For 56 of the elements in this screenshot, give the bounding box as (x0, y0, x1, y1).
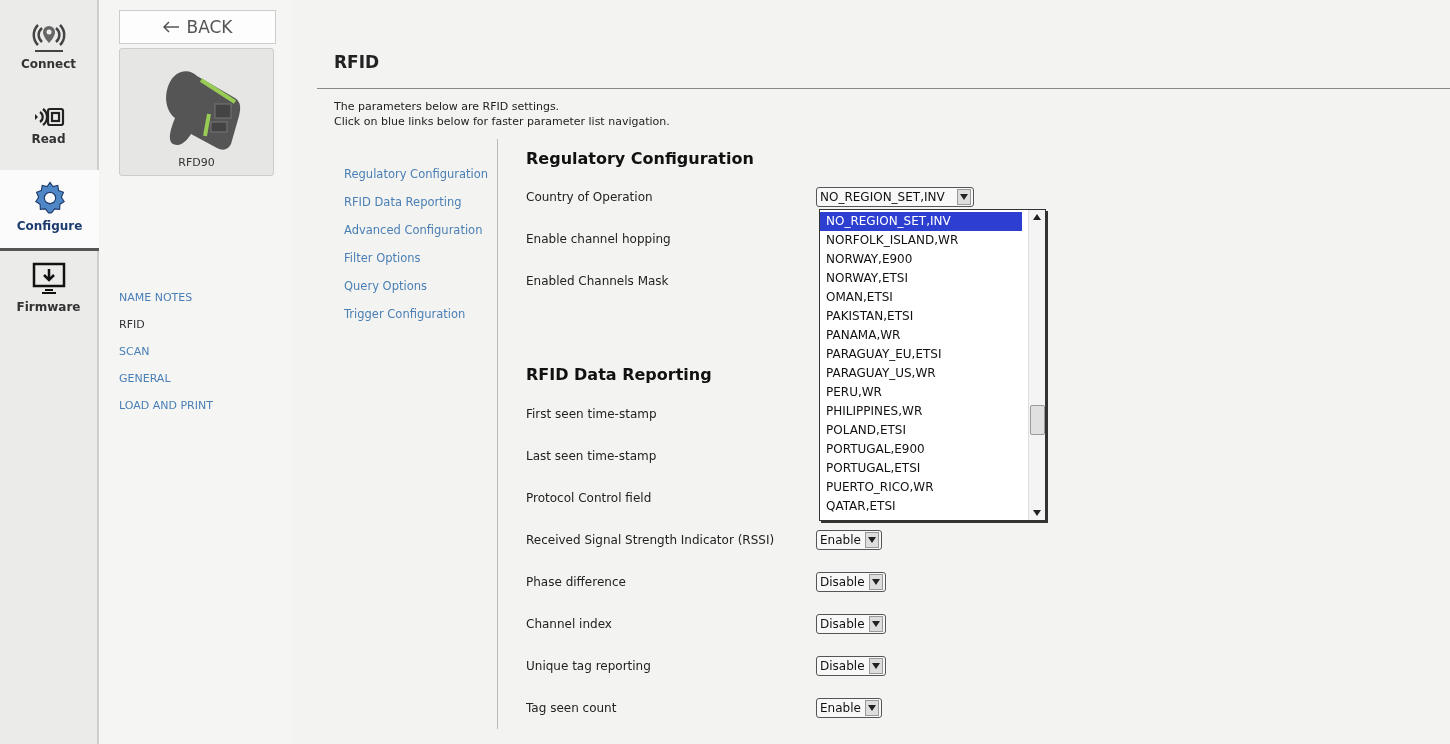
setting-label: Enabled Channels Mask (526, 274, 670, 289)
back-button[interactable]: BACK (119, 10, 276, 44)
dropdown-option[interactable]: PARAGUAY_US,WR (820, 364, 1022, 384)
section-link[interactable]: Regulatory Configuration (344, 167, 497, 181)
submenu-link[interactable]: NAME NOTES (119, 291, 213, 304)
setting-label: Protocol Control field (526, 490, 653, 505)
submenu-link[interactable]: LOAD AND PRINT (119, 399, 213, 412)
setting-select[interactable]: NO_REGION_SET,INV (816, 187, 974, 208)
dropdown-option[interactable]: PANAMA,WR (820, 326, 1022, 346)
section-link[interactable]: Trigger Configuration (344, 307, 497, 321)
dropdown-option[interactable]: PHILIPPINES,WR (820, 402, 1022, 422)
dropdown-option[interactable]: PORTUGAL,E900 (820, 440, 1022, 460)
page-title: RFID (334, 52, 381, 72)
section-heading: RFID Data Reporting (526, 365, 712, 387)
setting-label: Unique tag reporting (526, 658, 652, 673)
setting-select[interactable]: Disable (816, 613, 886, 634)
nav-rail-item[interactable]: Configure (0, 170, 99, 251)
setting-label: First seen time-stamp (526, 406, 658, 421)
device-card[interactable]: RFD90 (119, 48, 274, 176)
nav-rail-item[interactable]: Connect (0, 8, 97, 89)
setting-select[interactable]: Disable (816, 655, 886, 676)
dropdown-option[interactable]: QATAR,ETSI (820, 497, 1022, 517)
dropdown-option[interactable]: OMAN,ETSI (820, 288, 1022, 308)
description-text: The parameters below are RFID settings. (334, 99, 561, 114)
dropdown-option[interactable]: POLAND,ETSI (820, 421, 1022, 441)
dropdown-option[interactable]: PAKISTAN,ETSI (820, 307, 1022, 327)
section-link[interactable]: Filter Options (344, 251, 497, 265)
nav-rail-item[interactable]: Firmware (0, 251, 97, 332)
dropdown-option[interactable]: NORWAY,E900 (820, 250, 1022, 270)
dropdown-option[interactable]: NO_REGION_SET,INV (820, 212, 1022, 232)
dropdown-option[interactable]: PERU,WR (820, 383, 1022, 403)
nav-rail-item[interactable]: Read (0, 89, 97, 170)
setting-select[interactable]: Enable (816, 697, 882, 718)
setting-label: Country of Operation (526, 190, 654, 205)
submenu-link[interactable]: SCAN (119, 345, 213, 358)
dropdown-option[interactable]: PARAGUAY_EU,ETSI (820, 345, 1022, 365)
setting-select[interactable]: Enable (816, 529, 882, 550)
section-link[interactable]: Query Options (344, 279, 497, 293)
dropdown-option[interactable]: PORTUGAL,ETSI (820, 459, 1022, 479)
setting-label: Phase difference (526, 574, 627, 589)
section-heading: Regulatory Configuration (526, 149, 754, 170)
setting-label: Received Signal Strength Indicator (RSSI) (526, 532, 776, 547)
submenu-link[interactable]: RFID (119, 318, 213, 331)
dropdown-option[interactable]: NORWAY,ETSI (820, 269, 1022, 289)
section-link[interactable]: Advanced Configuration (344, 223, 497, 237)
dropdown-option[interactable]: NORFOLK_ISLAND,WR (820, 231, 1022, 251)
section-link[interactable]: RFID Data Reporting (344, 195, 497, 209)
setting-select[interactable]: Disable (816, 571, 886, 592)
setting-label: Last seen time-stamp (526, 448, 658, 463)
description-text: Click on blue links below for faster parameter list navigation. (334, 114, 671, 129)
setting-label: Tag seen count (526, 700, 618, 715)
setting-label: Channel index (526, 616, 613, 631)
submenu-link[interactable]: GENERAL (119, 372, 213, 385)
setting-label: Enable channel hopping (526, 232, 672, 247)
device-name: RFD90 (178, 156, 215, 169)
dropdown-option[interactable]: PUERTO_RICO,WR (820, 478, 1022, 498)
